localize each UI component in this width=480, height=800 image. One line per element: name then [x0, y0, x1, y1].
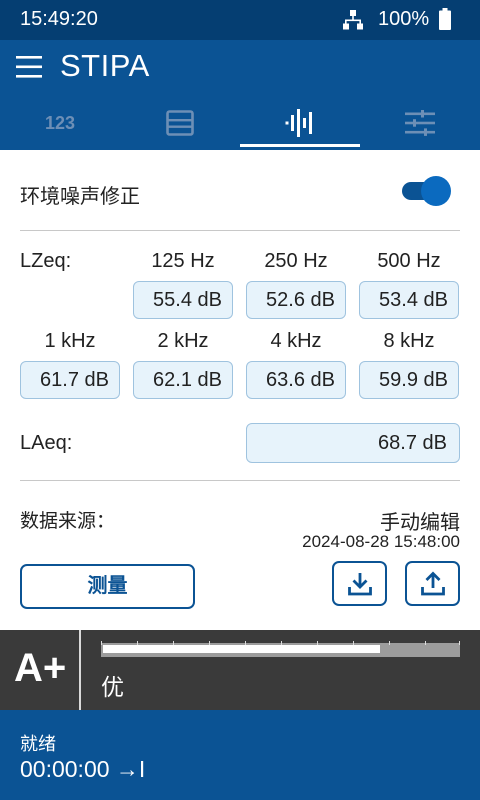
sti-grade: A+	[14, 646, 67, 690]
band-8khz-label: 8 kHz	[383, 330, 435, 352]
battery-percent: 100%	[378, 8, 430, 30]
sliders-icon	[405, 110, 435, 136]
rating-separator	[79, 630, 81, 710]
band-4khz-label: 4 kHz	[270, 330, 322, 352]
scale-tick	[137, 641, 138, 645]
band-250hz-label: 250 Hz	[264, 250, 328, 272]
ambient-correction-label: 环境噪声修正	[20, 186, 140, 208]
network-icon	[343, 10, 363, 30]
scale-tick	[317, 641, 318, 645]
band-2khz-label: 2 kHz	[157, 330, 209, 352]
sti-rating-word: 优	[101, 674, 124, 700]
band-1khz-value[interactable]: 61.7 dB	[20, 361, 120, 399]
sti-rating-panel: A+ 优	[0, 630, 480, 710]
download-button[interactable]	[332, 561, 387, 606]
page-title: STIPA	[60, 48, 150, 83]
menu-icon[interactable]	[16, 54, 44, 80]
data-source-label: 数据来源：	[20, 511, 116, 532]
scale-tick	[389, 641, 390, 645]
divider	[20, 480, 460, 481]
sti-scale-bar	[101, 641, 460, 657]
status-bar: 15:49:20 100%	[0, 0, 480, 40]
tab-indicator	[240, 144, 360, 147]
data-source-timestamp: 2024-08-28 15:48:00	[302, 532, 460, 551]
scale-tick	[425, 641, 426, 645]
scale-tick	[245, 641, 246, 645]
table-icon	[166, 110, 194, 136]
band-2khz-value[interactable]: 62.1 dB	[133, 361, 233, 399]
band-1khz-label: 1 kHz	[44, 330, 96, 352]
tab-table[interactable]	[120, 96, 240, 150]
tab-settings[interactable]	[360, 96, 480, 150]
tab-bar: 123	[0, 96, 480, 150]
band-250hz-value[interactable]: 52.6 dB	[246, 281, 346, 319]
laeq-label: LAeq:	[20, 432, 73, 454]
band-8khz-value[interactable]: 59.9 dB	[359, 361, 459, 399]
upload-icon	[420, 571, 445, 595]
laeq-value[interactable]: 68.7 dB	[246, 423, 460, 463]
spectrum-icon	[285, 109, 312, 137]
status-time: 15:49:20	[20, 8, 98, 30]
band-500hz-value[interactable]: 53.4 dB	[359, 281, 459, 319]
device-state: 就绪	[20, 734, 56, 754]
lzeq-label: LZeq:	[20, 250, 72, 272]
band-500hz-label: 500 Hz	[377, 250, 441, 272]
scale-tick	[173, 641, 174, 645]
scale-tick	[209, 641, 210, 645]
tab-spectrum[interactable]	[240, 96, 360, 150]
ambient-correction-toggle[interactable]	[400, 176, 451, 206]
measure-button[interactable]: 测量	[20, 564, 195, 609]
upload-button[interactable]	[405, 561, 460, 606]
app-bar: STIPA	[0, 40, 480, 96]
measurement-timer: 00:00:00 →I	[20, 756, 146, 782]
band-125hz-value[interactable]: 55.4 dB	[133, 281, 233, 319]
scale-tick	[353, 641, 354, 645]
tab-numeric[interactable]: 123	[0, 96, 120, 150]
bottom-status-bar: 就绪 00:00:00 →I	[0, 710, 480, 800]
toggle-knob	[421, 176, 451, 206]
band-125hz-label: 125 Hz	[151, 250, 215, 272]
tab-numeric-label: 123	[44, 112, 76, 133]
scale-tick	[459, 641, 460, 645]
data-source-value: 手动编辑	[380, 512, 460, 534]
scale-tick	[281, 641, 282, 645]
band-4khz-value[interactable]: 63.6 dB	[246, 361, 346, 399]
battery-icon	[439, 8, 451, 30]
sti-scale-fill	[103, 645, 380, 653]
download-icon	[347, 572, 372, 595]
divider	[20, 230, 460, 231]
scale-tick	[101, 641, 102, 645]
